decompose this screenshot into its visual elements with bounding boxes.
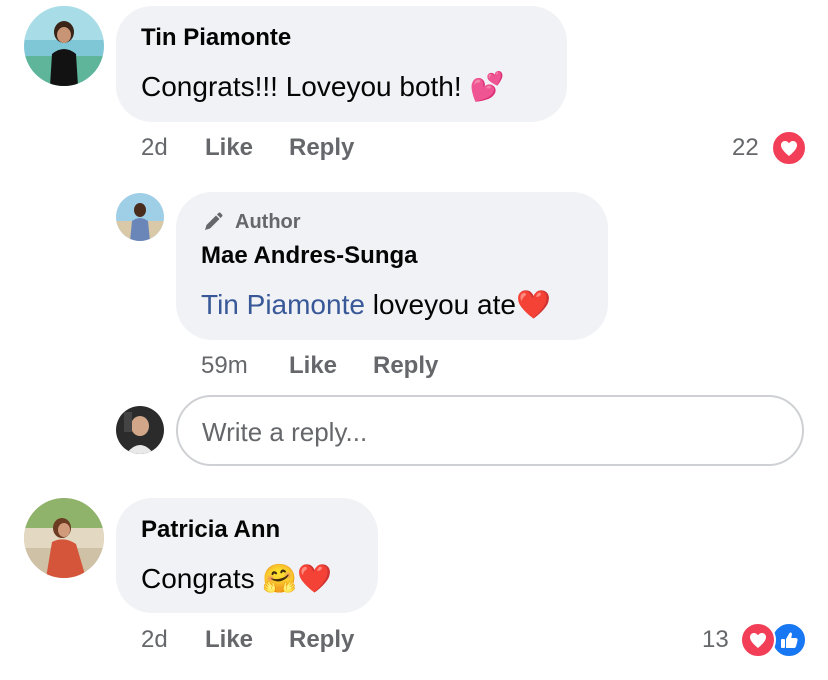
- red-heart-emoji: ❤️: [515, 289, 551, 320]
- comment-timestamp[interactable]: 2d: [141, 134, 168, 162]
- avatar-tin-piamonte[interactable]: [24, 6, 104, 86]
- comment-author[interactable]: Tin Piamonte: [141, 24, 291, 52]
- avatar-mae-andres-sunga[interactable]: [116, 193, 164, 241]
- comment-text-body: Congrats!!! Loveyou both!: [141, 71, 462, 102]
- love-icon[interactable]: [771, 130, 807, 166]
- author-badge: Author: [201, 208, 301, 236]
- like-button[interactable]: Like: [205, 626, 253, 654]
- like-button[interactable]: Like: [205, 134, 253, 162]
- avatar-patricia-ann[interactable]: [24, 498, 104, 578]
- reply-input-placeholder: Write a reply...: [202, 417, 368, 447]
- reply-timestamp[interactable]: 59m: [201, 352, 248, 380]
- reply-author[interactable]: Mae Andres-Sunga: [201, 242, 417, 270]
- hug-and-heart-emoji: 🤗❤️: [262, 563, 333, 594]
- two-hearts-emoji: 💕: [469, 71, 505, 102]
- mention-link[interactable]: Tin Piamonte: [201, 289, 365, 320]
- pen-icon: [201, 210, 225, 234]
- current-user-avatar[interactable]: [116, 406, 164, 454]
- reply-reply-button[interactable]: Reply: [373, 352, 438, 380]
- reply-text: Tin Piamonte loveyou ate❤️: [201, 288, 551, 321]
- reaction-count[interactable]: 22: [732, 134, 759, 162]
- comment-text: Congrats 🤗❤️: [141, 562, 332, 595]
- love-icon[interactable]: [740, 622, 776, 658]
- comment-author[interactable]: Patricia Ann: [141, 516, 280, 544]
- reply-button[interactable]: Reply: [289, 134, 354, 162]
- reaction-count[interactable]: 13: [702, 626, 729, 654]
- author-badge-label: Author: [235, 210, 301, 233]
- reply-input[interactable]: Write a reply...: [176, 395, 804, 466]
- comment-timestamp[interactable]: 2d: [141, 626, 168, 654]
- reply-button[interactable]: Reply: [289, 626, 354, 654]
- reply-text-body: loveyou ate: [364, 289, 516, 320]
- like-icon[interactable]: [771, 622, 807, 658]
- comment-text: Congrats!!! Loveyou both! 💕: [141, 70, 504, 103]
- reply-like-button[interactable]: Like: [289, 352, 337, 380]
- comment-text-body: Congrats: [141, 563, 263, 594]
